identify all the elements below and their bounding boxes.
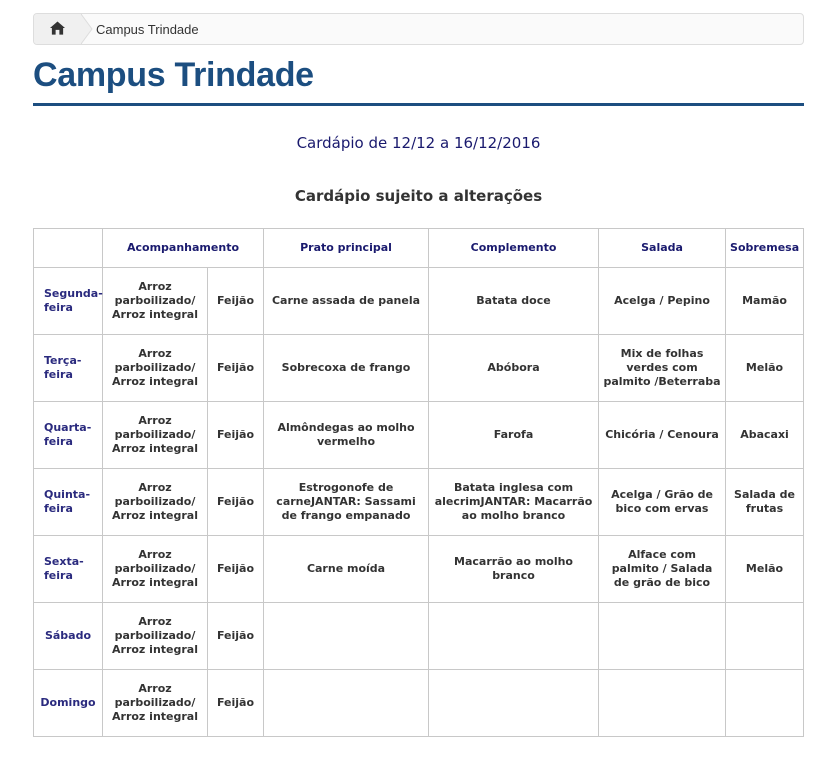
breadcrumb: Campus Trindade [33,13,804,45]
header-acompanhamento: Acompanhamento [101,228,265,268]
acompanhamento-cell: Feijão [206,267,265,335]
prato-cell: Sobrecoxa de frango [263,334,430,402]
sobremesa-cell [725,602,805,670]
header-salada: Salada [598,228,727,268]
prato-cell: Carne moída [263,535,430,603]
table-row: Terça-feira Arroz parboilizado/ Arroz in… [33,334,805,402]
complemento-cell: Abóbora [428,334,600,402]
acompanhamento-cell: Arroz parboilizado/ Arroz integral [102,535,208,603]
acompanhamento-cell: Arroz parboilizado/ Arroz integral [102,401,208,469]
acompanhamento-cell: Feijão [206,669,265,737]
acompanhamento-cell: Arroz parboilizado/ Arroz integral [102,669,208,737]
page-title: Campus Trindade [33,56,314,94]
prato-cell: Estrogonofe de carneJANTAR: Sassami de f… [263,468,430,536]
complemento-cell [428,602,600,670]
prato-cell [263,602,430,670]
day-cell: Domingo [33,669,103,737]
complemento-cell: Batata doce [428,267,600,335]
table-row: Segunda-feira Arroz parboilizado/ Arroz … [33,267,805,335]
header-prato-principal: Prato principal [263,228,430,268]
header-sobremesa: Sobremesa [725,228,805,268]
salada-cell: Mix de folhas verdes com palmito /Beterr… [598,334,727,402]
table-row: Sexta-feira Arroz parboilizado/ Arroz in… [33,535,805,603]
acompanhamento-cell: Feijão [206,602,265,670]
sobremesa-cell [725,669,805,737]
day-cell: Quinta-feira [33,468,103,536]
breadcrumb-separator [81,14,93,44]
acompanhamento-cell: Arroz parboilizado/ Arroz integral [102,468,208,536]
home-icon [50,20,65,39]
complemento-cell: Macarrão ao molho branco [428,535,600,603]
acompanhamento-cell: Feijão [206,401,265,469]
prato-cell [263,669,430,737]
table-row: Domingo Arroz parboilizado/ Arroz integr… [33,669,805,737]
acompanhamento-cell: Feijão [206,535,265,603]
header-day [33,228,103,268]
complemento-cell [428,669,600,737]
salada-cell [598,602,727,670]
prato-cell: Almôndegas ao molho vermelho [263,401,430,469]
acompanhamento-cell: Arroz parboilizado/ Arroz integral [102,334,208,402]
day-cell: Sexta-feira [33,535,103,603]
table-row: Sábado Arroz parboilizado/ Arroz integra… [33,602,805,670]
day-cell: Quarta-feira [33,401,103,469]
menu-disclaimer: Cardápio sujeito a alterações [294,187,543,205]
day-cell: Sábado [33,602,103,670]
salada-cell: Alface com palmito / Salada de grão de b… [598,535,727,603]
acompanhamento-cell: Arroz parboilizado/ Arroz integral [102,267,208,335]
salada-cell: Acelga / Grão de bico com ervas [598,468,727,536]
table-row: Quinta-feira Arroz parboilizado/ Arroz i… [33,468,805,536]
complemento-cell: Batata inglesa com alecrimJANTAR: Macarr… [428,468,600,536]
menu-table: Acompanhamento Prato principal Complemen… [33,228,805,737]
day-cell: Segunda-feira [33,267,103,335]
salada-cell: Chicória / Cenoura [598,401,727,469]
table-row: Quarta-feira Arroz parboilizado/ Arroz i… [33,401,805,469]
breadcrumb-home-link[interactable] [34,14,82,44]
complemento-cell: Farofa [428,401,600,469]
sobremesa-cell: Abacaxi [725,401,805,469]
sobremesa-cell: Melão [725,334,805,402]
prato-cell: Carne assada de panela [263,267,430,335]
acompanhamento-cell: Feijão [206,334,265,402]
title-divider [33,103,804,106]
salada-cell: Acelga / Pepino [598,267,727,335]
salada-cell [598,669,727,737]
breadcrumb-current: Campus Trindade [96,21,199,37]
sobremesa-cell: Mamão [725,267,805,335]
acompanhamento-cell: Feijão [206,468,265,536]
menu-date-range: Cardápio de 12/12 a 16/12/2016 [296,134,541,152]
header-complemento: Complemento [428,228,600,268]
sobremesa-cell: Melão [725,535,805,603]
table-header-row: Acompanhamento Prato principal Complemen… [33,228,805,268]
sobremesa-cell: Salada de frutas [725,468,805,536]
day-cell: Terça-feira [33,334,103,402]
acompanhamento-cell: Arroz parboilizado/ Arroz integral [102,602,208,670]
